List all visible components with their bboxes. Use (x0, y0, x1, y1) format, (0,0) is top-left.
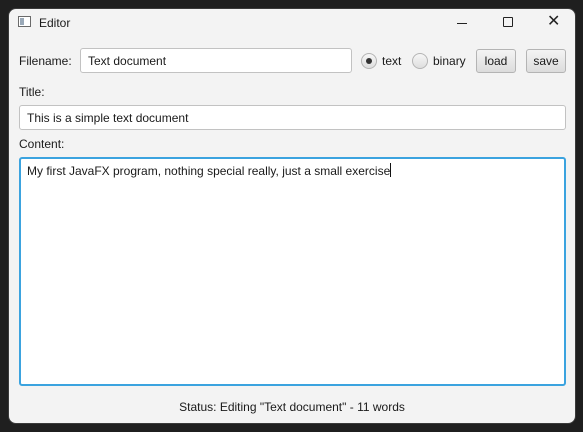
status-bar: Status: Editing "Text document" - 11 wor… (179, 400, 405, 414)
content-text: My first JavaFX program, nothing special… (27, 164, 391, 178)
radio-binary-label[interactable]: binary (433, 54, 466, 68)
text-caret (390, 163, 392, 177)
maximize-icon (503, 17, 513, 27)
filename-input[interactable]: Text document (80, 48, 352, 73)
minimize-button[interactable] (439, 9, 485, 37)
app-window-icon (18, 16, 31, 27)
radio-selected-dot (366, 58, 372, 64)
save-button[interactable]: save (526, 49, 566, 73)
editor-window: Editor ✕ Filename: Text document text bi… (8, 8, 576, 424)
content-label: Content: (19, 137, 65, 151)
radio-text-label[interactable]: text (382, 54, 401, 68)
title-bar[interactable]: Editor ✕ (9, 9, 575, 37)
filename-label: Filename: (19, 54, 72, 68)
radio-text[interactable] (361, 53, 377, 69)
close-button[interactable]: ✕ (531, 9, 575, 37)
maximize-button[interactable] (485, 9, 531, 37)
window-title: Editor (39, 16, 71, 30)
close-icon: ✕ (547, 13, 561, 30)
title-label: Title: (19, 85, 45, 99)
radio-binary[interactable] (412, 53, 428, 69)
title-input[interactable]: This is a simple text document (19, 105, 566, 130)
load-button[interactable]: load (476, 49, 516, 73)
minimize-icon (457, 23, 467, 24)
content-textarea[interactable]: My first JavaFX program, nothing special… (19, 157, 566, 386)
